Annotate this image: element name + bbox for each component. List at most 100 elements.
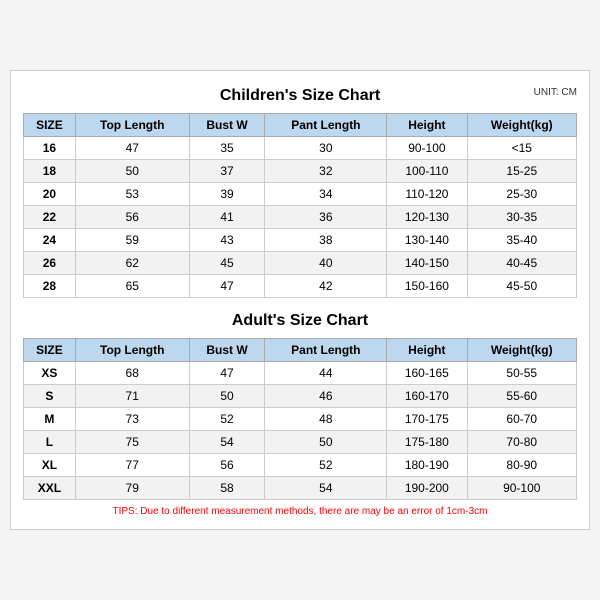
table-cell: 100-110 [387, 160, 467, 183]
table-cell: 37 [189, 160, 265, 183]
table-cell: 175-180 [387, 431, 467, 454]
adult-col-size: SIZE [24, 339, 76, 362]
table-cell: 38 [265, 229, 387, 252]
table-cell: 52 [189, 408, 265, 431]
table-cell: 35 [189, 137, 265, 160]
table-cell: 24 [24, 229, 76, 252]
table-cell: 110-120 [387, 183, 467, 206]
table-cell: 68 [75, 362, 189, 385]
children-title: Children's Size Chart [220, 87, 380, 104]
table-cell: 90-100 [467, 477, 577, 500]
table-cell: 59 [75, 229, 189, 252]
table-cell: 170-175 [387, 408, 467, 431]
table-cell: 55-60 [467, 385, 577, 408]
col-height: Height [387, 114, 467, 137]
table-row: 22564136120-13030-35 [24, 206, 577, 229]
table-cell: 50 [265, 431, 387, 454]
children-table: SIZE Top Length Bust W Pant Length Heigh… [23, 113, 577, 298]
tips-text: TIPS: Due to different measurement metho… [24, 500, 577, 520]
table-cell: 70-80 [467, 431, 577, 454]
col-pant-length: Pant Length [265, 114, 387, 137]
table-cell: 53 [75, 183, 189, 206]
table-cell: 140-150 [387, 252, 467, 275]
adult-header-row: SIZE Top Length Bust W Pant Length Heigh… [24, 339, 577, 362]
adult-col-pant-length: Pant Length [265, 339, 387, 362]
table-cell: 41 [189, 206, 265, 229]
table-cell: 90-100 [387, 137, 467, 160]
table-cell: 160-170 [387, 385, 467, 408]
table-cell: 71 [75, 385, 189, 408]
table-cell: 77 [75, 454, 189, 477]
table-cell: 60-70 [467, 408, 577, 431]
table-cell: XXL [24, 477, 76, 500]
children-header-row: SIZE Top Length Bust W Pant Length Heigh… [24, 114, 577, 137]
table-cell: 50-55 [467, 362, 577, 385]
table-cell: 25-30 [467, 183, 576, 206]
table-cell: 43 [189, 229, 265, 252]
table-cell: 42 [265, 275, 387, 298]
table-cell: M [24, 408, 76, 431]
table-cell: 26 [24, 252, 76, 275]
table-cell: 56 [189, 454, 265, 477]
table-cell: S [24, 385, 76, 408]
table-cell: 54 [265, 477, 387, 500]
adult-section-title: Adult's Size Chart [23, 306, 577, 332]
table-row: 26624540140-15040-45 [24, 252, 577, 275]
table-cell: 39 [189, 183, 265, 206]
children-tbody: 1647353090-100<1518503732100-11015-25205… [24, 137, 577, 298]
table-cell: 40-45 [467, 252, 576, 275]
table-row: L755450175-18070-80 [24, 431, 577, 454]
table-cell: 47 [75, 137, 189, 160]
table-cell: XL [24, 454, 76, 477]
table-cell: 30 [265, 137, 387, 160]
table-row: 24594338130-14035-40 [24, 229, 577, 252]
table-cell: 73 [75, 408, 189, 431]
table-row: XXL795854190-20090-100 [24, 477, 577, 500]
adult-tbody: XS684744160-16550-55S715046160-17055-60M… [24, 362, 577, 500]
table-cell: 20 [24, 183, 76, 206]
table-cell: 130-140 [387, 229, 467, 252]
adult-col-bust-w: Bust W [189, 339, 265, 362]
table-cell: 180-190 [387, 454, 467, 477]
tips-row: TIPS: Due to different measurement metho… [24, 500, 577, 520]
adult-col-top-length: Top Length [75, 339, 189, 362]
table-row: XS684744160-16550-55 [24, 362, 577, 385]
adult-table: SIZE Top Length Bust W Pant Length Heigh… [23, 338, 577, 519]
table-cell: XS [24, 362, 76, 385]
chart-container: Children's Size Chart UNIT: CM SIZE Top … [10, 70, 590, 530]
table-cell: 32 [265, 160, 387, 183]
table-cell: 15-25 [467, 160, 576, 183]
table-cell: 62 [75, 252, 189, 275]
table-row: XL775652180-19080-90 [24, 454, 577, 477]
table-row: 1647353090-100<15 [24, 137, 577, 160]
table-cell: 34 [265, 183, 387, 206]
table-cell: 36 [265, 206, 387, 229]
table-cell: 47 [189, 275, 265, 298]
adult-col-weight: Weight(kg) [467, 339, 577, 362]
table-cell: 35-40 [467, 229, 576, 252]
table-cell: 160-165 [387, 362, 467, 385]
table-cell: 80-90 [467, 454, 577, 477]
table-cell: 75 [75, 431, 189, 454]
adult-title: Adult's Size Chart [232, 312, 368, 329]
table-cell: 52 [265, 454, 387, 477]
table-cell: 190-200 [387, 477, 467, 500]
table-cell: 120-130 [387, 206, 467, 229]
col-weight: Weight(kg) [467, 114, 576, 137]
table-cell: 58 [189, 477, 265, 500]
table-row: S715046160-17055-60 [24, 385, 577, 408]
table-row: 28654742150-16045-50 [24, 275, 577, 298]
table-row: 20533934110-12025-30 [24, 183, 577, 206]
table-cell: 28 [24, 275, 76, 298]
adult-col-height: Height [387, 339, 467, 362]
table-cell: 45 [189, 252, 265, 275]
table-cell: 45-50 [467, 275, 576, 298]
col-bust-w: Bust W [189, 114, 265, 137]
table-cell: 150-160 [387, 275, 467, 298]
table-cell: 40 [265, 252, 387, 275]
table-cell: 79 [75, 477, 189, 500]
table-cell: L [24, 431, 76, 454]
unit-label: UNIT: CM [534, 87, 577, 98]
table-cell: 30-35 [467, 206, 576, 229]
col-top-length: Top Length [75, 114, 189, 137]
